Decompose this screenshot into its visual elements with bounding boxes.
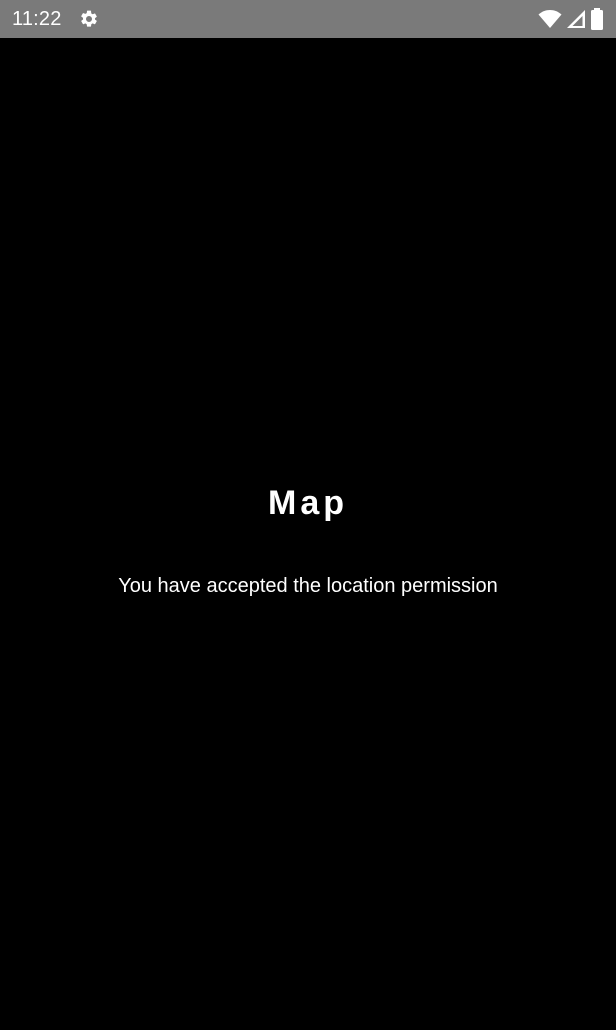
gear-icon — [78, 8, 100, 30]
status-icons — [538, 8, 604, 30]
battery-icon — [590, 8, 604, 30]
status-time: 11:22 — [12, 8, 62, 30]
wifi-icon — [538, 9, 562, 29]
permission-message: You have accepted the location permissio… — [118, 575, 498, 597]
status-bar: 11:22 — [0, 0, 616, 38]
page-title: Map — [268, 484, 348, 522]
main-content: Map You have accepted the location permi… — [0, 38, 616, 1030]
app-screen: 11:22 Map You have accepted the location… — [0, 0, 616, 1030]
signal-icon — [566, 9, 586, 29]
